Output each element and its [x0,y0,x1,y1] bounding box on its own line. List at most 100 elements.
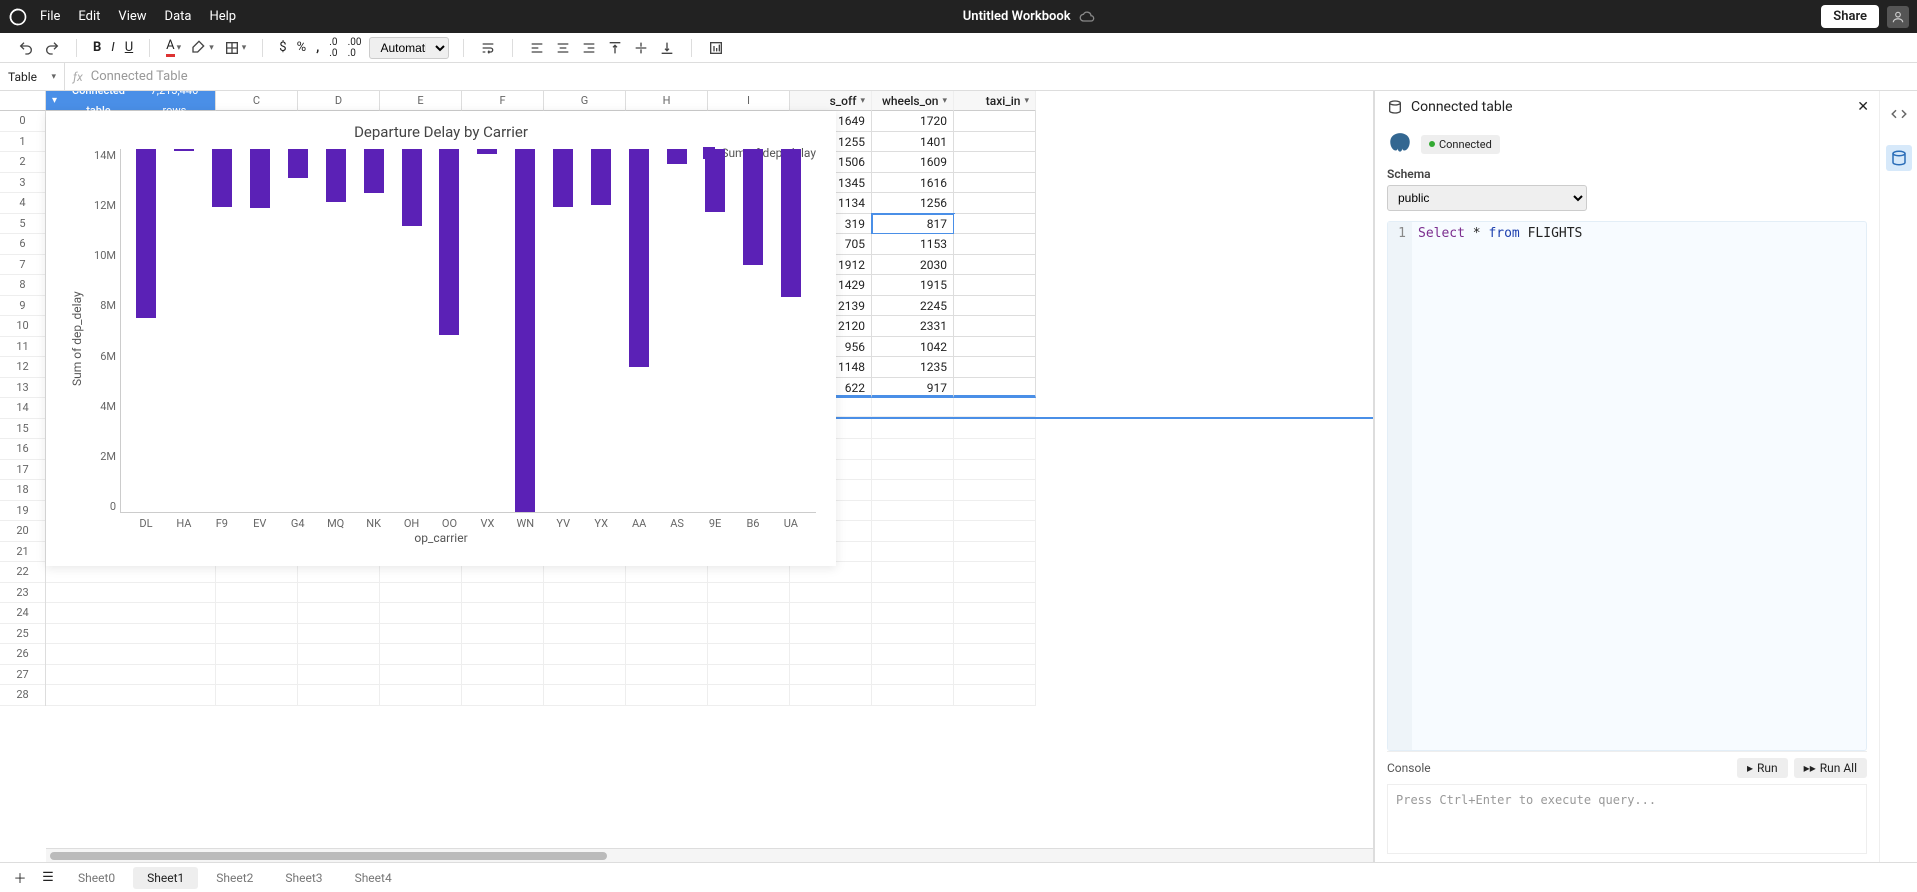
table-col-header[interactable]: s_off▾ [790,91,872,111]
bold-button[interactable]: B [91,38,103,57]
cell[interactable] [954,419,1036,440]
cell[interactable] [954,460,1036,481]
fill-color-button[interactable]: ▾ [189,38,216,58]
cell[interactable] [872,624,954,645]
cell[interactable] [626,685,708,706]
percent-button[interactable]: % [295,38,309,57]
cell[interactable] [872,685,954,706]
bar-AS[interactable] [667,149,687,164]
comma-button[interactable]: , [314,38,321,57]
col-header-F[interactable]: F [462,91,544,111]
name-box[interactable]: Table▾ [0,63,65,90]
cell[interactable] [954,542,1036,563]
cell[interactable]: 2245 [872,296,954,317]
align-top-button[interactable] [605,38,625,58]
cell[interactable] [954,214,1036,235]
row-header-21[interactable]: 21 [0,542,45,563]
bar-B6[interactable] [743,149,763,265]
text-color-button[interactable]: A▾ [164,36,183,59]
row-header-11[interactable]: 11 [0,337,45,358]
cell[interactable] [708,603,790,624]
bar-AA[interactable] [629,149,649,367]
cell[interactable] [954,173,1036,194]
cell[interactable] [380,685,462,706]
wrap-button[interactable] [478,38,498,58]
row-header-18[interactable]: 18 [0,480,45,501]
cell[interactable] [872,562,954,583]
cell[interactable] [46,624,216,645]
cell[interactable] [544,583,626,604]
cell[interactable] [544,685,626,706]
cell[interactable] [462,583,544,604]
row-header-8[interactable]: 8 [0,275,45,296]
cell[interactable] [626,603,708,624]
row-header-3[interactable]: 3 [0,173,45,194]
tab-sheet3[interactable]: Sheet3 [271,867,336,889]
row-header-10[interactable]: 10 [0,316,45,337]
cell[interactable] [380,603,462,624]
cell[interactable] [954,521,1036,542]
cell[interactable] [872,583,954,604]
row-header-12[interactable]: 12 [0,357,45,378]
connected-table-header[interactable]: ▾Connected table7,213,446 rows [46,91,216,111]
cell[interactable] [954,296,1036,317]
sql-editor[interactable]: 1 Select * from FLIGHTS [1387,221,1867,751]
share-button[interactable]: Share [1821,5,1879,28]
cell[interactable] [954,501,1036,522]
cell[interactable] [954,665,1036,686]
cell[interactable] [954,255,1036,276]
cell[interactable] [954,583,1036,604]
cell[interactable] [462,624,544,645]
table-col-header[interactable]: taxi_in▾ [954,91,1036,111]
align-bottom-button[interactable] [657,38,677,58]
bar-MQ[interactable] [326,149,346,202]
cell[interactable] [790,583,872,604]
cell[interactable] [790,603,872,624]
cell[interactable] [954,603,1036,624]
bar-YX[interactable] [591,149,611,205]
cell[interactable] [954,152,1036,173]
cell[interactable] [298,665,380,686]
cell[interactable] [872,419,954,440]
cell[interactable] [708,583,790,604]
cell[interactable] [872,603,954,624]
table-col-header[interactable]: wheels_on▾ [872,91,954,111]
bar-DL[interactable] [136,149,156,318]
cell[interactable] [954,398,1036,417]
cell[interactable] [872,501,954,522]
cell[interactable] [216,644,298,665]
cell[interactable] [298,685,380,706]
row-header-0[interactable]: 0 [0,111,45,132]
row-header-28[interactable]: 28 [0,685,45,706]
cell[interactable] [790,685,872,706]
cell[interactable] [790,644,872,665]
cell[interactable] [380,583,462,604]
database-panel-button[interactable] [1886,145,1912,171]
cell[interactable]: 1720 [872,111,954,132]
tab-sheet2[interactable]: Sheet2 [202,867,267,889]
cell[interactable] [298,644,380,665]
cell[interactable] [954,357,1036,378]
bar-HA[interactable] [174,149,194,151]
row-header-23[interactable]: 23 [0,583,45,604]
cell[interactable]: 917 [872,378,954,399]
cell[interactable] [872,542,954,563]
cell[interactable] [462,603,544,624]
cell[interactable] [954,275,1036,296]
cell[interactable] [872,439,954,460]
format-select[interactable]: Automatic [369,37,449,59]
cell[interactable] [954,337,1036,358]
row-header-15[interactable]: 15 [0,419,45,440]
row-header-22[interactable]: 22 [0,562,45,583]
cell[interactable]: 1256 [872,193,954,214]
col-header-I[interactable]: I [708,91,790,111]
row-header-20[interactable]: 20 [0,521,45,542]
cell[interactable] [626,644,708,665]
cell[interactable] [46,583,216,604]
align-center-button[interactable] [553,38,573,58]
row-header-24[interactable]: 24 [0,603,45,624]
cell[interactable] [544,624,626,645]
bar-EV[interactable] [250,149,270,208]
cell[interactable] [216,665,298,686]
cell[interactable] [626,665,708,686]
